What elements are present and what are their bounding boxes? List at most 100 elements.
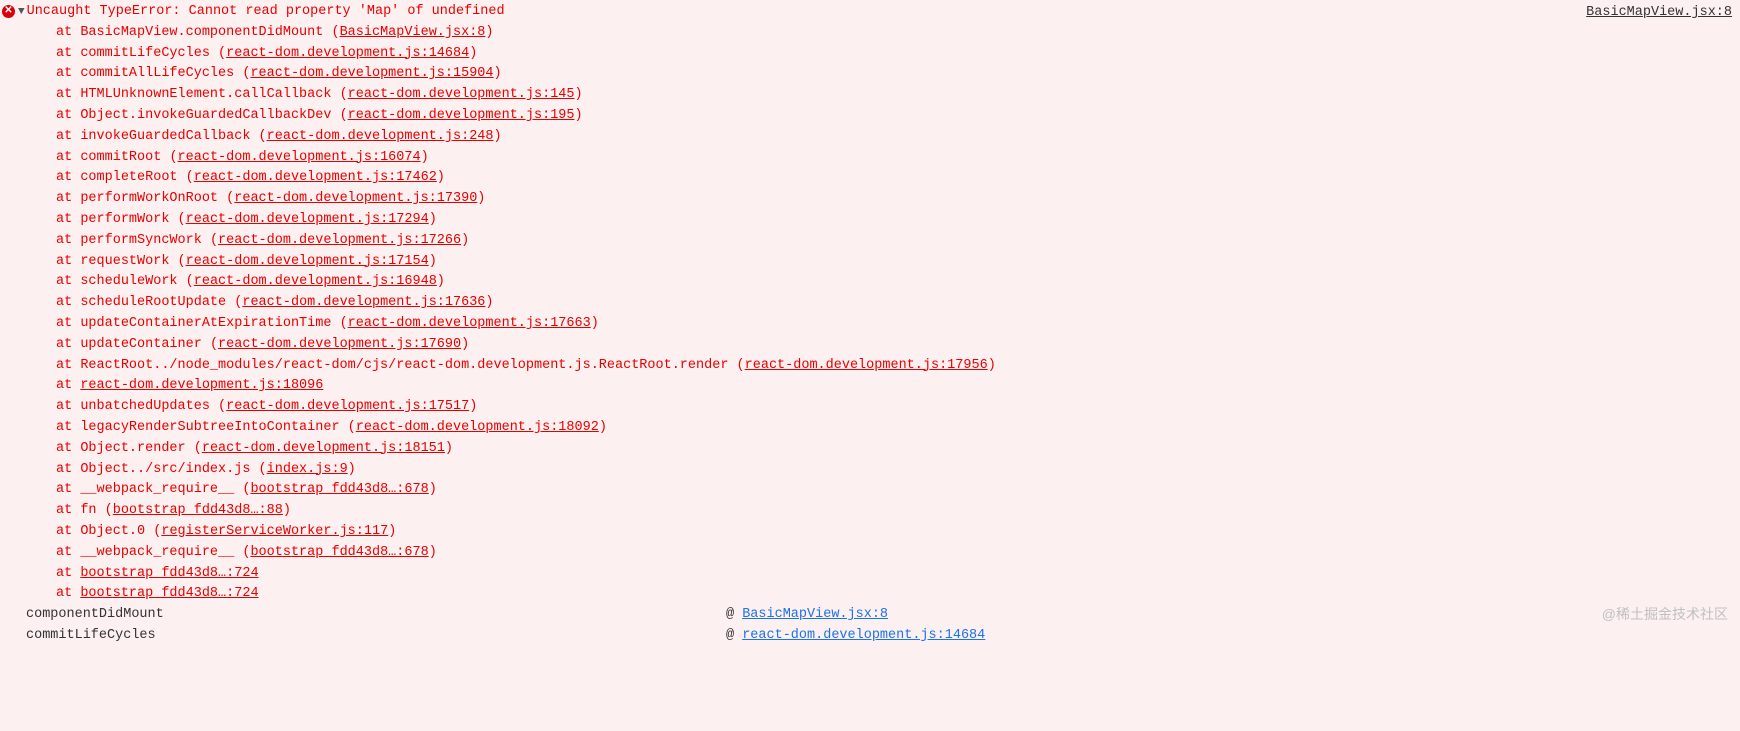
stack-at-label: at — [56, 150, 80, 165]
stack-at-label: at — [56, 87, 80, 102]
stack-function-name: requestWork — [80, 254, 177, 269]
stack-function-name: ReactRoot../node_modules/react-dom/cjs/r… — [80, 358, 736, 373]
stack-at-label: at — [56, 566, 80, 581]
stack-source-link[interactable]: react-dom.development.js:145 — [348, 87, 575, 102]
stack-at-label: at — [56, 129, 80, 144]
async-source-link[interactable]: BasicMapView.jsx:8 — [742, 607, 888, 622]
stack-frame: at Object.invokeGuardedCallbackDev (reac… — [56, 106, 1740, 127]
stack-frame: at performSyncWork (react-dom.developmen… — [56, 231, 1740, 252]
stack-at-label: at — [56, 212, 80, 227]
stack-frame: at invokeGuardedCallback (react-dom.deve… — [56, 127, 1740, 148]
stack-function-name: performWork — [80, 212, 177, 227]
stack-at-label: at — [56, 295, 80, 310]
stack-source-link[interactable]: react-dom.development.js:18092 — [356, 420, 599, 435]
stack-function-name: scheduleRootUpdate — [80, 295, 234, 310]
stack-frame: at legacyRenderSubtreeIntoContainer (rea… — [56, 418, 1740, 439]
stack-function-name: fn — [80, 503, 104, 518]
stack-source-link[interactable]: BasicMapView.jsx:8 — [340, 25, 486, 40]
stack-function-name: Object.invokeGuardedCallbackDev — [80, 108, 339, 123]
stack-source-link[interactable]: registerServiceWorker.js:117 — [161, 524, 388, 539]
stack-frame: at bootstrap fdd43d8…:724 — [56, 564, 1740, 585]
stack-function-name: commitLifeCycles — [80, 46, 218, 61]
stack-at-label: at — [56, 524, 80, 539]
stack-at-label: at — [56, 254, 80, 269]
stack-source-link[interactable]: index.js:9 — [267, 462, 348, 477]
async-function-name: commitLifeCycles — [26, 626, 726, 647]
stack-frame: at fn (bootstrap fdd43d8…:88) — [56, 501, 1740, 522]
stack-source-link[interactable]: react-dom.development.js:17636 — [242, 295, 485, 310]
stack-at-label: at — [56, 503, 80, 518]
stack-source-link[interactable]: react-dom.development.js:17390 — [234, 191, 477, 206]
console-error-row: ✕ ▼ Uncaught TypeError: Cannot read prop… — [0, 0, 1740, 23]
stack-source-link[interactable]: react-dom.development.js:16074 — [178, 150, 421, 165]
stack-source-link[interactable]: bootstrap fdd43d8…:678 — [250, 482, 428, 497]
stack-frame: at scheduleRootUpdate (react-dom.develop… — [56, 293, 1740, 314]
stack-source-link[interactable]: react-dom.development.js:17517 — [226, 399, 469, 414]
stack-source-link[interactable]: react-dom.development.js:14684 — [226, 46, 469, 61]
stack-function-name: performWorkOnRoot — [80, 191, 226, 206]
watermark: @稀土掘金技术社区 — [1602, 604, 1728, 625]
stack-source-link[interactable]: react-dom.development.js:15904 — [250, 66, 493, 81]
error-source-link[interactable]: BasicMapView.jsx:8 — [1586, 3, 1732, 24]
stack-frame: at performWorkOnRoot (react-dom.developm… — [56, 189, 1740, 210]
stack-source-link[interactable]: react-dom.development.js:17154 — [186, 254, 429, 269]
stack-at-label: at — [56, 337, 80, 352]
stack-function-name: completeRoot — [80, 170, 185, 185]
stack-source-link[interactable]: react-dom.development.js:18151 — [202, 441, 445, 456]
stack-function-name: __webpack_require__ — [80, 545, 242, 560]
stack-source-link[interactable]: react-dom.development.js:17294 — [186, 212, 429, 227]
stack-function-name: commitAllLifeCycles — [80, 66, 242, 81]
stack-frame: at completeRoot (react-dom.development.j… — [56, 168, 1740, 189]
stack-at-label: at — [56, 274, 80, 289]
stack-source-link[interactable]: react-dom.development.js:17663 — [348, 316, 591, 331]
stack-function-name: commitRoot — [80, 150, 169, 165]
stack-at-label: at — [56, 420, 80, 435]
stack-function-name: BasicMapView.componentDidMount — [80, 25, 331, 40]
stack-frame: at requestWork (react-dom.development.js… — [56, 252, 1740, 273]
stack-frame: at updateContainer (react-dom.developmen… — [56, 335, 1740, 356]
stack-frame: at unbatchedUpdates (react-dom.developme… — [56, 397, 1740, 418]
stack-function-name: Object../src/index.js — [80, 462, 258, 477]
stack-source-link[interactable]: bootstrap fdd43d8…:724 — [80, 566, 258, 581]
stack-function-name: performSyncWork — [80, 233, 210, 248]
async-source-link[interactable]: react-dom.development.js:14684 — [742, 628, 985, 643]
stack-function-name: __webpack_require__ — [80, 482, 242, 497]
stack-source-link[interactable]: react-dom.development.js:16948 — [194, 274, 437, 289]
stack-frame: at updateContainerAtExpirationTime (reac… — [56, 314, 1740, 335]
stack-at-label: at — [56, 46, 80, 61]
at-sign: @ — [726, 607, 742, 622]
stack-source-link[interactable]: react-dom.development.js:248 — [267, 129, 494, 144]
stack-source-link[interactable]: react-dom.development.js:17956 — [745, 358, 988, 373]
stack-frame: at Object.0 (registerServiceWorker.js:11… — [56, 522, 1740, 543]
stack-frame: at commitAllLifeCycles (react-dom.develo… — [56, 64, 1740, 85]
stack-at-label: at — [56, 586, 80, 601]
at-sign: @ — [726, 628, 742, 643]
async-stack-row: componentDidMount@ BasicMapView.jsx:8 — [26, 605, 1740, 626]
stack-at-label: at — [56, 378, 80, 393]
stack-source-link[interactable]: react-dom.development.js:17462 — [194, 170, 437, 185]
stack-frame: at react-dom.development.js:18096 — [56, 376, 1740, 397]
stack-function-name: legacyRenderSubtreeIntoContainer — [80, 420, 347, 435]
stack-frame: at __webpack_require__ (bootstrap fdd43d… — [56, 480, 1740, 501]
error-message: Uncaught TypeError: Cannot read property… — [27, 2, 505, 23]
stack-source-link[interactable]: react-dom.development.js:17690 — [218, 337, 461, 352]
disclosure-toggle[interactable]: ▼ — [18, 2, 25, 23]
stack-source-link[interactable]: bootstrap fdd43d8…:678 — [250, 545, 428, 560]
stack-source-link[interactable]: react-dom.development.js:195 — [348, 108, 575, 123]
stack-trace: at BasicMapView.componentDidMount (Basic… — [0, 23, 1740, 605]
async-function-name: componentDidMount — [26, 605, 726, 626]
stack-at-label: at — [56, 25, 80, 40]
stack-source-link[interactable]: react-dom.development.js:17266 — [218, 233, 461, 248]
stack-source-link[interactable]: bootstrap fdd43d8…:88 — [113, 503, 283, 518]
stack-at-label: at — [56, 191, 80, 206]
stack-at-label: at — [56, 66, 80, 81]
stack-at-label: at — [56, 482, 80, 497]
async-stack-row: commitLifeCycles@ react-dom.development.… — [26, 626, 1740, 647]
stack-source-link[interactable]: react-dom.development.js:18096 — [80, 378, 323, 393]
error-icon: ✕ — [2, 5, 15, 18]
stack-function-name: updateContainerAtExpirationTime — [80, 316, 339, 331]
stack-at-label: at — [56, 358, 80, 373]
stack-at-label: at — [56, 545, 80, 560]
stack-source-link[interactable]: bootstrap fdd43d8…:724 — [80, 586, 258, 601]
stack-frame: at bootstrap fdd43d8…:724 — [56, 584, 1740, 605]
